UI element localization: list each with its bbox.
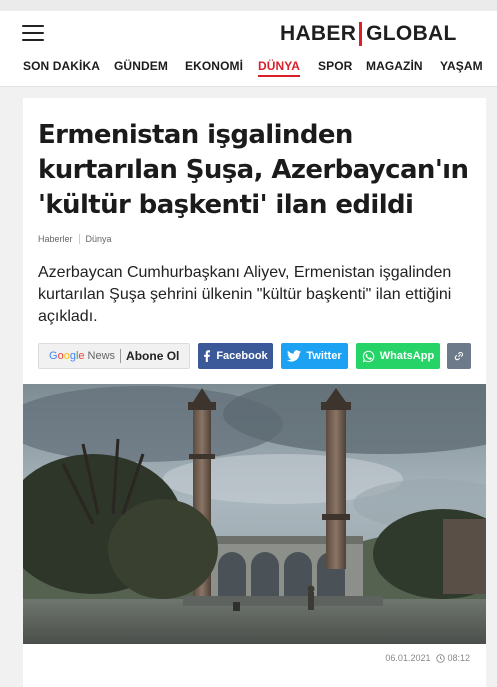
site-logo[interactable]: HABER GLOBAL xyxy=(280,19,457,49)
article-hero-image xyxy=(23,384,486,644)
browser-top-strip xyxy=(0,0,497,11)
facebook-label: Facebook xyxy=(216,350,268,362)
facebook-share-button[interactable]: Facebook xyxy=(198,343,273,369)
nav-item-dunya[interactable]: DÜNYA xyxy=(258,59,301,77)
clock-icon xyxy=(436,653,446,663)
main-nav: SON DAKİKA GÜNDEM EKONOMİ DÜNYA SPOR MAG… xyxy=(0,59,497,83)
whatsapp-label: WhatsApp xyxy=(379,350,435,362)
nav-item-yasam[interactable]: YAŞAM xyxy=(440,59,483,73)
twitter-icon xyxy=(287,350,302,362)
whatsapp-icon xyxy=(362,350,375,362)
follow-label: Abone Ol xyxy=(126,349,180,363)
google-news-label: News xyxy=(87,350,116,362)
link-icon xyxy=(454,352,463,361)
google-news-divider xyxy=(120,349,122,363)
article-datetime: 06.01.2021 08:12 xyxy=(385,653,470,663)
site-header: HABER GLOBAL SON DAKİKA GÜNDEM EKONOMİ D… xyxy=(0,11,497,87)
logo-right: GLOBAL xyxy=(366,22,457,45)
breadcrumb: Haberler Dünya xyxy=(38,234,112,244)
breadcrumb-dunya[interactable]: Dünya xyxy=(86,234,112,244)
copy-link-button[interactable] xyxy=(447,343,471,369)
facebook-icon xyxy=(204,350,211,362)
nav-item-son-dakika[interactable]: SON DAKİKA xyxy=(23,59,100,73)
whatsapp-share-button[interactable]: WhatsApp xyxy=(356,343,440,369)
google-news-follow-button[interactable]: Google News Abone Ol xyxy=(38,343,190,369)
article-date: 06.01.2021 xyxy=(385,653,431,663)
article-time: 08:12 xyxy=(447,653,470,663)
nav-item-spor[interactable]: SPOR xyxy=(318,59,352,73)
breadcrumb-separator xyxy=(78,234,80,244)
article-card: Ermenistan işgalinden kurtarılan Şuşa, A… xyxy=(23,98,486,687)
logo-divider xyxy=(359,22,363,46)
twitter-label: Twitter xyxy=(306,350,342,362)
hamburger-icon[interactable] xyxy=(22,25,44,43)
breadcrumb-haberler[interactable]: Haberler xyxy=(38,234,73,244)
google-logo-text: Google xyxy=(49,350,85,362)
twitter-share-button[interactable]: Twitter xyxy=(281,343,348,369)
nav-item-ekonomi[interactable]: EKONOMİ xyxy=(185,59,243,73)
article-summary: Azerbaycan Cumhurbaşkanı Aliyev, Ermenis… xyxy=(38,264,452,325)
nav-item-magazin[interactable]: MAGAZİN xyxy=(366,59,423,73)
logo-left: HABER xyxy=(280,22,357,45)
nav-item-gundem[interactable]: GÜNDEM xyxy=(114,59,168,73)
article-title: Ermenistan işgalinden kurtarılan Şuşa, A… xyxy=(38,120,469,220)
